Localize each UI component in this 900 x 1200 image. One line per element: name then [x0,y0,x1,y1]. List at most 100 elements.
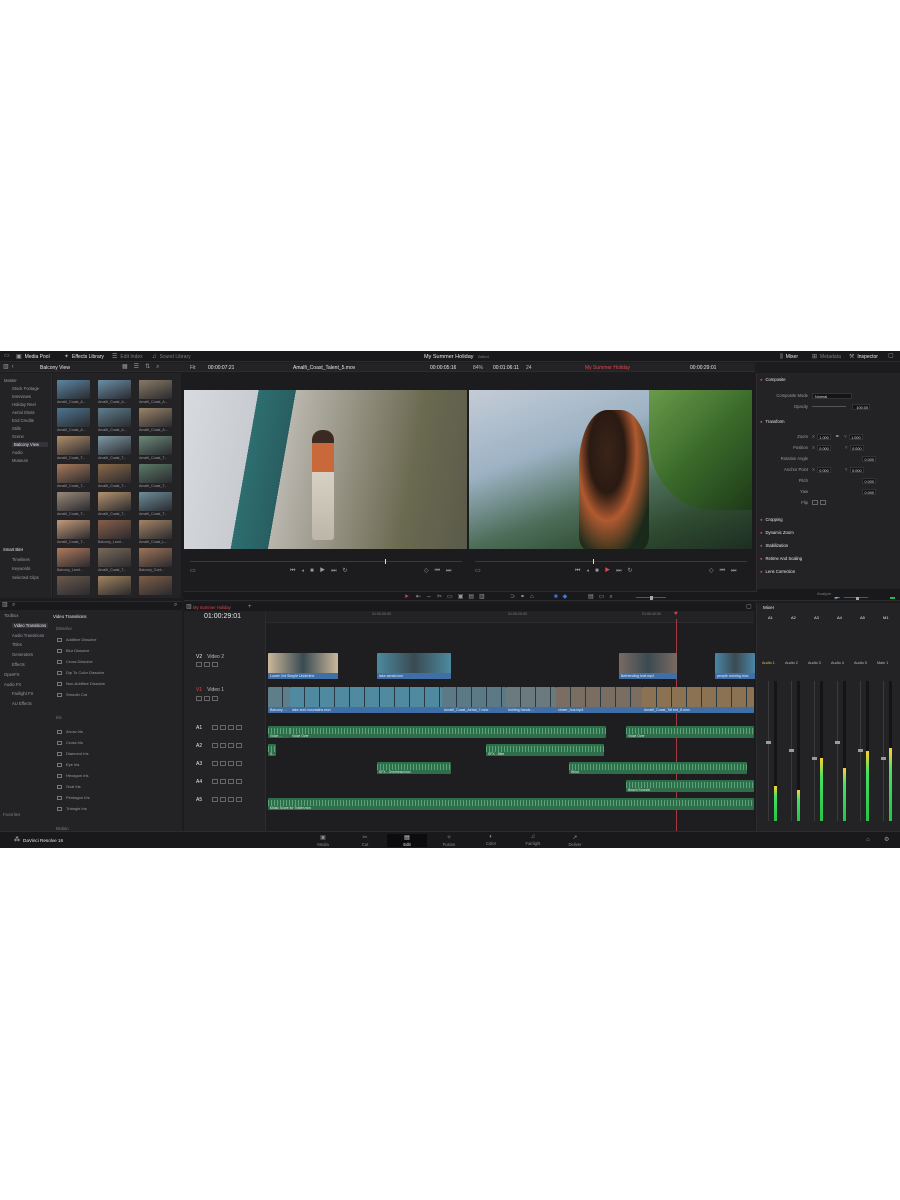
track-control-button[interactable] [236,797,242,803]
back-icon[interactable]: ‹ [12,364,14,370]
track-control-button[interactable] [212,779,218,785]
fader-knob[interactable] [835,741,840,744]
audio-clip[interactable]: S... [268,744,276,756]
rotation-field[interactable]: 0.000 [862,455,876,462]
inspector-section[interactable]: ● Stabilization [760,540,894,551]
analyze-label[interactable]: Analyze [817,591,831,596]
clip-thumbnail[interactable] [57,380,90,399]
track-control-button[interactable] [236,743,242,749]
link-icon[interactable]: ⚭ [835,434,840,440]
timeline-name[interactable]: My Summer Holiday [585,365,630,371]
clip-thumbnail[interactable] [57,436,90,455]
track-control-button[interactable] [228,743,234,749]
anchor-y-field[interactable]: 0.000 [849,466,864,473]
expand-icon[interactable]: ▢ [888,353,894,359]
fader-knob[interactable] [766,741,771,744]
channel-fader[interactable] [766,681,771,821]
fader-knob[interactable] [858,749,863,752]
track-control-button[interactable] [236,779,242,785]
channel-fader[interactable] [812,681,817,821]
track-control-button[interactable] [212,761,218,767]
playhead-icon[interactable]: ♥ [674,611,678,617]
bin-list-icon[interactable]: ▥ [3,364,9,370]
audio-track-controls[interactable] [212,797,244,803]
channel-fader[interactable] [858,681,863,821]
video-clip[interactable]: Amalfi_Coast_Tal ent_8.mov [642,687,754,713]
transition-item[interactable]: Arrow Iris [54,727,178,736]
page-tab[interactable]: ♫ Fairlight [513,834,553,846]
effects-tree-item[interactable]: OpenFX [4,672,20,677]
source-viewer[interactable] [184,390,467,549]
video-clip[interactable]: Amalfi_Coast_Aerial_7.mov [442,687,506,713]
fader-knob[interactable] [881,757,886,760]
zoom-x-field[interactable]: 1.000 [816,433,831,440]
channel-fader[interactable] [881,681,886,821]
composite-section[interactable]: ● Composite [760,374,894,385]
audio-clip[interactable]: Music Score for Trailer.mov [268,798,754,810]
clip-thumbnail[interactable] [57,520,90,539]
clip-thumbnail[interactable] [57,464,90,483]
zoom-tools[interactable]: ▤▭⌕ [588,594,618,600]
transition-item[interactable]: Smooth Cut [54,690,178,699]
edit-tools[interactable]: ⇤⇔✂▭▣▤▥ [416,594,490,600]
track-v1-controls[interactable] [196,696,220,702]
program-mark-icon[interactable]: ▭ [475,568,481,574]
list-view-icon[interactable]: ☰ [134,364,139,370]
track-v2-controls[interactable] [196,662,220,668]
track-control-button[interactable] [220,797,226,803]
clip-thumbnail[interactable] [98,408,131,427]
video-clip[interactable]: Befriending leaf.mp4 [619,653,677,679]
clip-thumbnail[interactable] [57,548,90,567]
edit-index-button[interactable]: ☰ Edit Index [112,354,143,360]
effects-search-icon[interactable]: ⌕ [12,602,15,608]
clip-thumbnail[interactable] [139,436,172,455]
anchor-x-field[interactable]: 0.000 [816,466,831,473]
audio-clip[interactable]: Beach Sounds [626,780,754,792]
add-timeline-icon[interactable]: + [248,604,252,610]
channel-fader[interactable] [789,681,794,821]
program-playback-controls[interactable]: ⏮◂■▶⏭↻ [575,568,639,574]
video-clip[interactable]: Lower 3rd Simple Underline [268,653,338,679]
composite-mode-select[interactable]: Normal [812,392,852,399]
bin-item[interactable]: Audio [12,450,23,455]
effects-library-button[interactable]: ✦ Effects Library [64,354,104,360]
audio-track-controls[interactable] [212,779,244,785]
transition-item[interactable]: Dip To Color Dissolve [54,668,178,677]
clip-thumbnail[interactable] [57,408,90,427]
timeline-list-icon[interactable]: ▥ [186,604,192,610]
transition-item[interactable]: Triangle Iris [54,804,178,813]
transition-item[interactable]: Cross Iris [54,738,178,747]
timeline-ruler[interactable]: 01:00:00:00 01:00:20:00 01:00:40:00 ♥ [266,611,754,623]
panel-toggle[interactable]: ▭ [4,353,10,359]
source-zoom[interactable]: Fit [190,365,196,371]
bin-item[interactable]: Balcony View [12,442,48,447]
transform-section[interactable]: ● Transform [760,416,894,427]
track-control-button[interactable] [236,761,242,767]
effects-tree-item[interactable]: Generators [12,652,33,657]
program-zoom[interactable]: 84% [473,365,483,371]
program-in-out-controls[interactable]: ◇⏮⏭ [709,568,742,574]
pitch-field[interactable]: 0.000 [862,477,876,484]
track-control-button[interactable] [228,761,234,767]
transition-item[interactable]: Blur Dissolve [54,646,178,655]
track-control-button[interactable] [212,743,218,749]
effects-search-icon-right[interactable]: ⌕ [174,602,177,608]
bin-item[interactable]: Master [4,378,17,383]
mixer-button[interactable]: ⫼ Mixer [780,354,798,360]
effects-tree-item[interactable]: Audio Transitions [12,633,44,638]
bin-item[interactable]: Holiday Reel [12,402,36,407]
transition-item[interactable]: Oval Iris [54,782,178,791]
video-clip[interactable]: holding hands ... [506,687,556,713]
bin-name[interactable]: Balcony View [40,365,70,371]
video-clip[interactable]: lake aerial.mov [377,653,451,679]
transition-item[interactable]: Diamond Iris [54,749,178,758]
page-tab[interactable]: ✂ Cut [345,834,385,847]
home-icon[interactable]: ⌂ [866,837,870,843]
page-tab[interactable]: ◐ Color [471,834,511,846]
volume-slider[interactable] [844,595,868,600]
audio-clip[interactable]: Voice Over [290,726,606,738]
position-y-field[interactable]: 0.000 [849,444,864,451]
track-control-button[interactable] [220,761,226,767]
audio-clip[interactable]: Voice Over [626,726,754,738]
settings-gear-icon[interactable]: ⚙ [884,837,889,843]
